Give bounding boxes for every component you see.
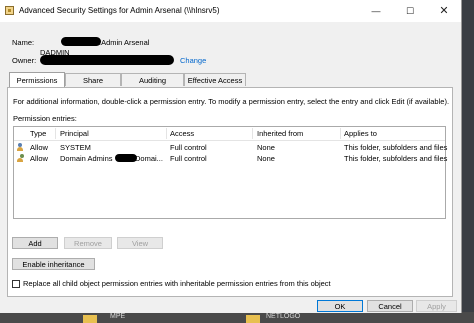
redaction-mark — [40, 55, 174, 65]
column-header-type[interactable]: Type — [30, 129, 46, 138]
replace-child-permissions-checkbox[interactable] — [12, 280, 20, 288]
tab-auditing[interactable]: Auditing — [121, 73, 184, 86]
close-button[interactable]: ✕ — [427, 0, 461, 22]
advanced-security-dialog: Advanced Security Settings for Admin Ars… — [0, 0, 462, 313]
maximize-button[interactable]: ☐ — [393, 0, 427, 22]
group-icon — [17, 154, 26, 162]
title-bar[interactable]: Advanced Security Settings for Admin Ars… — [0, 0, 461, 22]
column-divider[interactable] — [340, 128, 341, 139]
info-text: For additional information, double-click… — [13, 97, 450, 106]
cell-applies-to: This folder, subfolders and files — [344, 154, 448, 163]
cell-type: Allow — [30, 143, 48, 152]
table-row[interactable]: Allow SYSTEM Full control None This fold… — [14, 142, 448, 153]
column-header-applies-to[interactable]: Applies to — [344, 129, 377, 138]
cell-inherited-from: None — [257, 143, 275, 152]
permission-entries-list[interactable]: Type Principal Access Inherited from App… — [13, 126, 448, 219]
cell-principal: SYSTEM — [60, 143, 91, 152]
background-explorer-strip — [0, 312, 474, 323]
view-button[interactable]: View — [117, 237, 163, 249]
window-title: Advanced Security Settings for Admin Ars… — [19, 6, 220, 15]
column-header-access[interactable]: Access — [170, 129, 194, 138]
folder-icon — [83, 315, 97, 323]
minimize-button[interactable]: — — [359, 0, 393, 22]
cell-type: Allow — [30, 154, 48, 163]
name-label: Name: — [12, 38, 35, 47]
permission-entries-label: Permission entries: — [13, 114, 77, 123]
column-divider[interactable] — [252, 128, 253, 139]
replace-child-permissions-label[interactable]: Replace all child object permission entr… — [23, 279, 331, 288]
user-icon — [17, 143, 26, 151]
table-row[interactable]: Allow Domain Admins Domai... Full contro… — [14, 153, 448, 164]
cancel-button[interactable]: Cancel — [367, 300, 413, 312]
cell-applies-to: This folder, subfolders and files — [344, 143, 448, 152]
apply-button[interactable]: Apply — [416, 300, 457, 312]
remove-button[interactable]: Remove — [64, 237, 112, 249]
cell-principal-domain: Domai... — [135, 154, 163, 163]
column-header-principal[interactable]: Principal — [60, 129, 89, 138]
tab-permissions[interactable]: Permissions — [9, 72, 65, 87]
cell-principal: Domain Admins — [60, 154, 113, 163]
background-folder-label: NETLOGO — [266, 313, 301, 320]
column-divider[interactable] — [166, 128, 167, 139]
tab-share[interactable]: Share — [65, 73, 121, 86]
redaction-mark — [115, 154, 137, 162]
background-desktop — [460, 0, 474, 323]
cell-access: Full control — [170, 154, 207, 163]
add-button[interactable]: Add — [12, 237, 58, 249]
owner-label: Owner: — [12, 56, 37, 65]
background-folder-label: MPE — [110, 313, 126, 320]
enable-inheritance-button[interactable]: Enable inheritance — [12, 258, 95, 270]
folder-icon — [246, 315, 260, 323]
tab-effective-access[interactable]: Effective Access — [184, 73, 246, 86]
cell-access: Full control — [170, 143, 207, 152]
redaction-mark — [61, 37, 101, 46]
change-owner-link[interactable]: Change — [180, 56, 206, 65]
list-header: Type Principal Access Inherited from App… — [14, 127, 445, 141]
folder-lock-icon — [5, 6, 14, 15]
ok-button[interactable]: OK — [317, 300, 363, 312]
name-value: .Admin Arsenal — [99, 38, 150, 47]
column-header-inherited-from[interactable]: Inherited from — [257, 129, 303, 138]
column-divider[interactable] — [55, 128, 56, 139]
cell-inherited-from: None — [257, 154, 275, 163]
